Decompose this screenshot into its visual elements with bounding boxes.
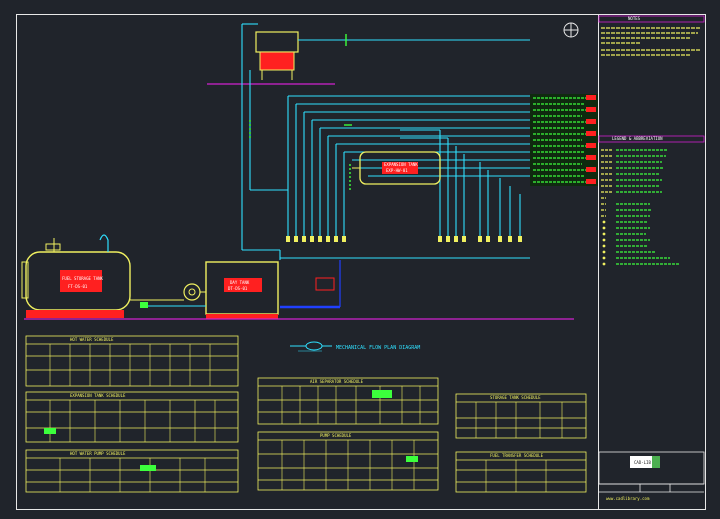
- north-arrow-icon: [563, 22, 579, 38]
- day-tank-code: DT-DS-01: [228, 286, 248, 291]
- title-block: [598, 451, 705, 493]
- equipment-tag-list: [530, 94, 598, 186]
- mechanical-flow-diagram: NOTES LEGEND & ABBREVIATION MECHANICAL F…: [21, 15, 705, 501]
- fuel-tank-code: FT-DS-01: [68, 284, 88, 289]
- table-title: HOT WATER SCHEDULE: [70, 337, 114, 342]
- notes-text: [601, 27, 700, 56]
- table-title: EXPANSION TANK SCHEDULE: [70, 393, 126, 398]
- center-caption: MECHANICAL FLOW PLAN DIAGRAM: [336, 345, 420, 351]
- day-tank-and-pump: [129, 261, 279, 319]
- table-title: PUMP SCHEDULE: [320, 433, 352, 438]
- notes-title: NOTES: [628, 16, 641, 21]
- center-caption-symbol: [290, 341, 332, 352]
- legend-rows: [601, 149, 680, 266]
- table-title: AIR SEPARATOR SCHEDULE: [310, 379, 364, 384]
- valve-cluster-center: [286, 236, 346, 291]
- day-tank-label: DAY TANK: [230, 280, 250, 285]
- valve-cluster-right: [438, 236, 522, 242]
- expansion-tank-code: EXP-HW-01: [386, 168, 408, 173]
- table-title: STORAGE TANK SCHEDULE: [490, 395, 541, 400]
- cad-drawing-canvas: NOTES LEGEND & ABBREVIATION MECHANICAL F…: [0, 0, 720, 519]
- table-title: HOT WATER PUMP SCHEDULE: [70, 451, 126, 456]
- table-title: FUEL TRANSFER SCHEDULE: [490, 453, 544, 458]
- fuel-tank-label: FUEL STORAGE TANK: [62, 276, 104, 281]
- expansion-tank-label: EXPANSION TANK: [384, 162, 418, 167]
- company-logo: CAD-LIB: [634, 460, 651, 465]
- table-highlight-cells: [44, 390, 418, 471]
- website-text: www.cadlibrary.com: [606, 496, 650, 501]
- legend-title: LEGEND & ABBREVIATION: [612, 136, 663, 141]
